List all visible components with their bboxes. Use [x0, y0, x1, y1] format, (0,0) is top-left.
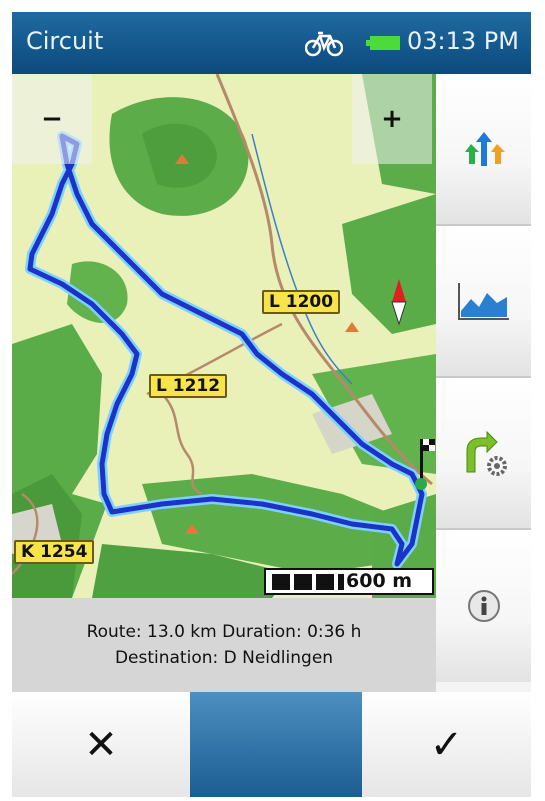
scale-bar — [272, 574, 344, 590]
road-label-l1200: L 1200 — [262, 290, 341, 314]
status-bar: Circuit 03:13 PM — [12, 12, 531, 74]
info-button[interactable] — [436, 530, 531, 682]
checkmark-icon: ✓ — [429, 721, 464, 768]
cancel-button[interactable]: ✕ — [12, 692, 190, 797]
bottom-bar: ✕ ✓ — [12, 692, 531, 797]
clock: 03:13 PM — [407, 27, 519, 55]
elevation-profile-button[interactable] — [436, 226, 531, 378]
route-map[interactable]: − + L 1200 L 1212 K 1254 600 m — [12, 74, 436, 598]
zoom-out-button[interactable]: − — [12, 74, 92, 164]
battery-icon — [366, 36, 400, 50]
info-icon — [467, 590, 500, 622]
scale-label: 600 m — [346, 570, 413, 592]
screen-title: Circuit — [26, 27, 104, 55]
sidebar — [436, 74, 531, 692]
close-icon: ✕ — [84, 721, 118, 768]
confirm-button[interactable]: ✓ — [362, 692, 531, 797]
route-summary: Route: 13.0 km Duration: 0:36 h Destinat… — [12, 598, 436, 692]
road-label-k1254: K 1254 — [14, 540, 95, 564]
road-label-l1212: L 1212 — [149, 374, 228, 398]
middle-button[interactable] — [190, 692, 362, 797]
bicycle-icon — [305, 31, 343, 57]
route-options-icon — [464, 132, 505, 166]
elevation-profile-icon — [457, 283, 509, 320]
zoom-in-button[interactable]: + — [352, 74, 432, 164]
route-settings-icon — [466, 430, 507, 476]
map-scale: 600 m — [264, 568, 434, 595]
route-distance-duration: Route: 13.0 km Duration: 0:36 h — [86, 622, 362, 642]
route-destination: Destination: D Neidlingen — [114, 648, 334, 668]
route-options-button[interactable] — [436, 74, 531, 226]
route-settings-button[interactable] — [436, 378, 531, 530]
